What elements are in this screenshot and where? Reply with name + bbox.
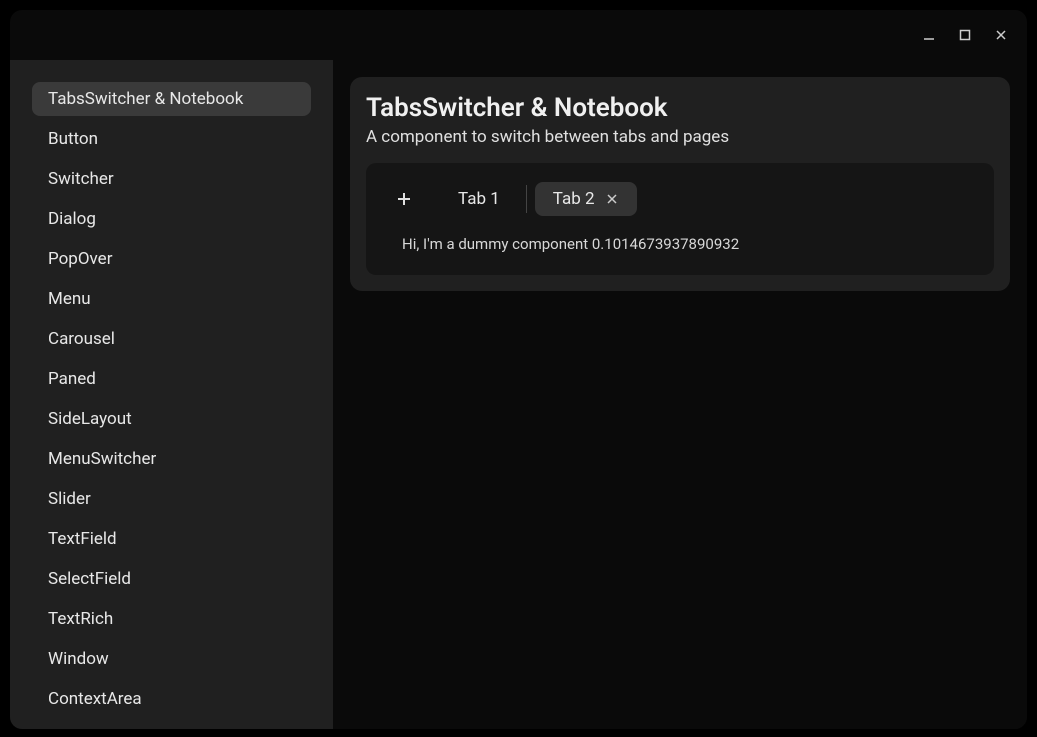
- close-button[interactable]: [987, 21, 1015, 49]
- sidebar-item-label: SideLayout: [48, 409, 132, 429]
- page-subtitle: A component to switch between tabs and p…: [366, 127, 994, 147]
- maximize-button[interactable]: [951, 21, 979, 49]
- sidebar: TabsSwitcher & Notebook Button Switcher …: [10, 60, 333, 729]
- titlebar: [10, 10, 1027, 60]
- page-title: TabsSwitcher & Notebook: [366, 93, 994, 123]
- sidebar-item-label: TextRich: [48, 609, 113, 629]
- tab-2[interactable]: Tab 2: [535, 182, 637, 216]
- sidebar-item-popover[interactable]: PopOver: [32, 242, 311, 276]
- sidebar-item-label: MenuSwitcher: [48, 449, 156, 469]
- sidebar-item-label: Menu: [48, 289, 91, 309]
- add-tab-button[interactable]: [386, 181, 422, 217]
- minimize-icon: [922, 28, 936, 42]
- close-icon: [607, 194, 617, 204]
- sidebar-item-label: TabsSwitcher & Notebook: [48, 89, 243, 109]
- tabs-demo-panel: Tab 1 Tab 2 Hi, I'm a dummy component 0.…: [366, 163, 994, 275]
- sidebar-item-tabsswitcher-notebook[interactable]: TabsSwitcher & Notebook: [32, 82, 311, 116]
- sidebar-item-label: Window: [48, 649, 109, 669]
- sidebar-item-switcher[interactable]: Switcher: [32, 162, 311, 196]
- tab-1[interactable]: Tab 1: [440, 182, 518, 216]
- sidebar-item-window[interactable]: Window: [32, 642, 311, 676]
- sidebar-item-carousel[interactable]: Carousel: [32, 322, 311, 356]
- sidebar-item-menuswitcher[interactable]: MenuSwitcher: [32, 442, 311, 476]
- maximize-icon: [958, 28, 972, 42]
- sidebar-item-label: Slider: [48, 489, 91, 509]
- sidebar-item-textfield[interactable]: TextField: [32, 522, 311, 556]
- tab-content: Hi, I'm a dummy component 0.101467393789…: [384, 235, 976, 253]
- sidebar-item-label: Paned: [48, 369, 96, 389]
- sidebar-item-slider[interactable]: Slider: [32, 482, 311, 516]
- sidebar-item-label: TextField: [48, 529, 117, 549]
- sidebar-item-dialog[interactable]: Dialog: [32, 202, 311, 236]
- sidebar-item-label: Switcher: [48, 169, 114, 189]
- minimize-button[interactable]: [915, 21, 943, 49]
- sidebar-item-dark-mode[interactable]: Dark Mode: [32, 722, 311, 729]
- tab-close-button[interactable]: [605, 192, 619, 206]
- plus-icon: [396, 191, 412, 207]
- tab-label: Tab 2: [553, 189, 595, 209]
- close-icon: [994, 28, 1008, 42]
- sidebar-item-label: SelectField: [48, 569, 131, 589]
- tab-divider: [526, 185, 527, 213]
- sidebar-item-contextarea[interactable]: ContextArea: [32, 682, 311, 716]
- sidebar-item-label: Dialog: [48, 209, 96, 229]
- sidebar-item-menu[interactable]: Menu: [32, 282, 311, 316]
- app-window: TabsSwitcher & Notebook Button Switcher …: [10, 10, 1027, 729]
- sidebar-item-label: PopOver: [48, 249, 112, 269]
- sidebar-item-sidelayout[interactable]: SideLayout: [32, 402, 311, 436]
- sidebar-item-label: Button: [48, 129, 98, 149]
- component-panel: TabsSwitcher & Notebook A component to s…: [350, 77, 1010, 291]
- sidebar-item-paned[interactable]: Paned: [32, 362, 311, 396]
- tab-label: Tab 1: [458, 189, 500, 209]
- content-area: TabsSwitcher & Notebook Button Switcher …: [10, 60, 1027, 729]
- sidebar-item-textrich[interactable]: TextRich: [32, 602, 311, 636]
- main-area: TabsSwitcher & Notebook A component to s…: [333, 60, 1027, 729]
- sidebar-item-label: ContextArea: [48, 689, 142, 709]
- sidebar-item-label: Carousel: [48, 329, 115, 349]
- sidebar-item-selectfield[interactable]: SelectField: [32, 562, 311, 596]
- tabs-row: Tab 1 Tab 2: [384, 181, 976, 217]
- sidebar-item-button[interactable]: Button: [32, 122, 311, 156]
